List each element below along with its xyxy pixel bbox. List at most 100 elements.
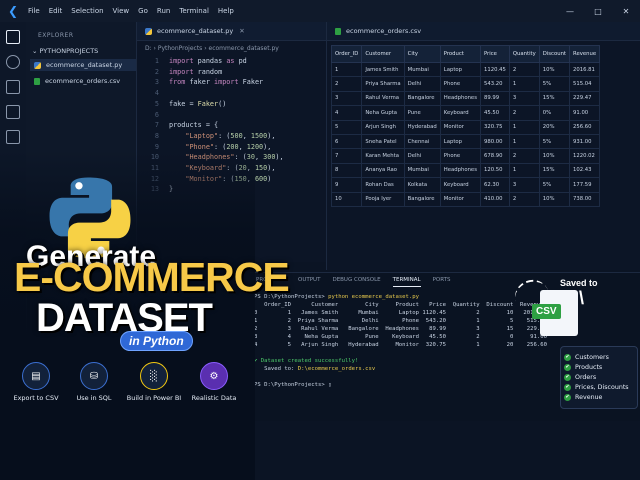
table-cell[interactable]: 102.43: [569, 162, 601, 179]
table-cell[interactable]: Laptop: [439, 61, 481, 78]
table-cell[interactable]: 1: [508, 76, 540, 92]
project-folder[interactable]: ⌄ PYTHONPROJECTS: [32, 47, 136, 55]
table-cell[interactable]: Pune: [403, 105, 441, 121]
extensions-icon[interactable]: [6, 130, 20, 144]
code-line[interactable]: [169, 88, 284, 99]
table-cell[interactable]: 543.20: [479, 76, 510, 92]
table-cell[interactable]: Arjun Singh: [361, 119, 405, 135]
table-cell[interactable]: 256.60: [569, 119, 601, 135]
table-cell[interactable]: 62.30: [479, 177, 510, 193]
table-cell[interactable]: Monitor: [439, 191, 481, 207]
code-line[interactable]: "Laptop": (500, 1500),: [169, 131, 284, 142]
table-cell[interactable]: 5%: [538, 177, 571, 193]
close-tab-icon[interactable]: ✕: [239, 27, 244, 35]
table-cell[interactable]: 5: [330, 119, 363, 135]
table-cell[interactable]: 2: [508, 105, 540, 121]
table-cell[interactable]: 9: [330, 177, 363, 193]
table-cell[interactable]: 2: [330, 76, 363, 92]
tab-ecommerce-dataset-py[interactable]: ecommerce_dataset.py ✕: [137, 22, 327, 41]
table-cell[interactable]: Pooja Iyer: [361, 191, 405, 207]
table-cell[interactable]: Phone: [439, 148, 481, 164]
table-cell[interactable]: 91.00: [569, 105, 601, 121]
table-cell[interactable]: James Smith: [361, 61, 405, 78]
table-cell[interactable]: 738.00: [569, 191, 601, 207]
table-cell[interactable]: 0%: [538, 105, 571, 121]
table-cell[interactable]: 410.00: [479, 191, 510, 207]
table-cell[interactable]: Ananya Rao: [361, 162, 405, 179]
code-line[interactable]: from faker import Faker: [169, 77, 284, 88]
table-cell[interactable]: 515.04: [569, 76, 601, 92]
table-cell[interactable]: 2: [508, 191, 540, 207]
table-cell[interactable]: 320.75: [479, 119, 510, 135]
table-cell[interactable]: Kolkata: [403, 177, 441, 193]
table-cell[interactable]: 1: [330, 61, 363, 78]
table-cell[interactable]: 2016.81: [569, 61, 601, 78]
table-cell[interactable]: Phone: [439, 76, 481, 92]
table-cell[interactable]: 1: [508, 133, 540, 150]
table-cell[interactable]: 3: [508, 177, 540, 193]
table-cell[interactable]: Bangalore: [403, 90, 441, 107]
menu-run[interactable]: Run: [157, 7, 170, 15]
table-cell[interactable]: Mumbai: [403, 61, 441, 78]
table-cell[interactable]: 1220.02: [569, 148, 601, 164]
code-line[interactable]: fake = Faker(): [169, 99, 284, 110]
search-icon[interactable]: [6, 55, 20, 69]
table-cell[interactable]: 3: [330, 90, 363, 107]
table-cell[interactable]: Rahul Verma: [361, 90, 405, 107]
tab-ports[interactable]: PORTS: [433, 277, 451, 287]
table-cell[interactable]: 7: [330, 148, 363, 164]
table-cell[interactable]: 8: [330, 162, 363, 179]
tab-ecommerce-orders-csv[interactable]: ecommerce_orders.csv: [327, 22, 640, 41]
column-header[interactable]: City: [403, 45, 441, 63]
table-cell[interactable]: 1: [508, 162, 540, 179]
column-header[interactable]: Revenue: [569, 45, 601, 63]
table-cell[interactable]: Karan Mehta: [361, 148, 405, 164]
table-cell[interactable]: 6: [330, 133, 363, 150]
table-cell[interactable]: Bangalore: [403, 191, 441, 207]
column-header[interactable]: Price: [479, 45, 510, 63]
code-line[interactable]: import random: [169, 67, 284, 78]
column-header[interactable]: Discount: [538, 45, 571, 63]
breadcrumb[interactable]: D: › PythonProjects › ecommerce_dataset.…: [137, 41, 327, 56]
table-cell[interactable]: Chennai: [403, 133, 441, 150]
table-cell[interactable]: Delhi: [403, 148, 441, 164]
tab-terminal[interactable]: TERMINAL: [392, 277, 421, 287]
column-header[interactable]: Customer: [361, 45, 405, 63]
table-cell[interactable]: 20%: [538, 119, 571, 135]
table-cell[interactable]: 229.47: [569, 90, 601, 107]
tab-output[interactable]: OUTPUT: [298, 277, 320, 287]
table-cell[interactable]: Rohan Das: [361, 177, 405, 193]
table-cell[interactable]: 10%: [538, 148, 571, 164]
close-icon[interactable]: ✕: [612, 7, 640, 16]
code-line[interactable]: [169, 110, 284, 121]
table-cell[interactable]: 10%: [538, 61, 571, 78]
table-cell[interactable]: Neha Gupta: [361, 105, 405, 121]
table-cell[interactable]: 2: [508, 61, 540, 78]
table-cell[interactable]: 1: [508, 119, 540, 135]
file-ecommerce-orders-csv[interactable]: ecommerce_orders.csv: [30, 75, 136, 87]
maximize-icon[interactable]: □: [584, 7, 612, 16]
run-debug-icon[interactable]: [6, 105, 20, 119]
table-cell[interactable]: 3: [508, 90, 540, 107]
code-line[interactable]: import pandas as pd: [169, 56, 284, 67]
table-cell[interactable]: 177.59: [569, 177, 601, 193]
table-cell[interactable]: 15%: [538, 162, 571, 179]
table-cell[interactable]: Headphones: [439, 90, 481, 107]
table-cell[interactable]: 2: [508, 148, 540, 164]
column-header[interactable]: Product: [439, 45, 481, 63]
table-cell[interactable]: 10: [330, 191, 363, 207]
table-cell[interactable]: Sneha Patel: [361, 133, 405, 150]
table-cell[interactable]: Hyderabad: [403, 119, 441, 135]
table-cell[interactable]: 980.00: [479, 133, 510, 150]
column-header[interactable]: Order_ID: [330, 45, 363, 63]
table-cell[interactable]: Keyboard: [439, 105, 481, 121]
table-cell[interactable]: Delhi: [403, 76, 441, 92]
table-cell[interactable]: Priya Sharma: [361, 76, 405, 92]
column-header[interactable]: Quantity: [508, 45, 540, 63]
tab-debug-console[interactable]: DEBUG CONSOLE: [332, 277, 380, 287]
table-cell[interactable]: 5%: [538, 76, 571, 92]
table-cell[interactable]: 10%: [538, 191, 571, 207]
minimize-icon[interactable]: —: [556, 7, 584, 16]
explorer-icon[interactable]: [6, 30, 20, 44]
file-ecommerce-dataset-py[interactable]: ecommerce_dataset.py: [30, 59, 136, 71]
